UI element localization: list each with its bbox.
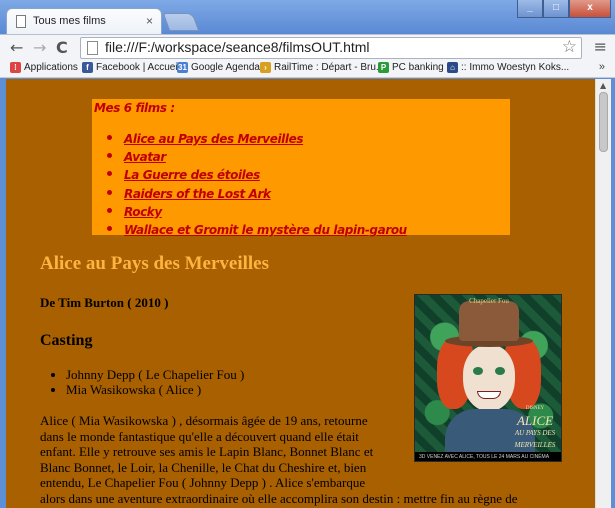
bookmark-label: Facebook | Accueil [96,62,180,73]
forward-arrow-icon[interactable]: → [33,38,46,58]
bookmark-label: RailTime : Départ - Bru... [274,62,385,73]
bookmarks-bar: ⁞ Applications f Facebook | Accueil 31 G… [0,60,615,78]
facebook-icon: f [82,62,93,73]
calendar-icon: 31 [177,62,188,73]
bookmark-label: Google Agenda [191,62,260,73]
film-list-box: Mes 6 films : Alice au Pays des Merveill… [92,99,510,238]
back-arrow-icon[interactable]: ← [10,38,23,58]
bookmark-pc-banking[interactable]: P PC banking [378,62,444,73]
list-item: Alice au Pays des Merveilles [124,129,407,147]
close-window-button[interactable]: x [569,0,611,18]
house-icon: ⌂ [447,62,458,73]
bookmark-label: Applications [24,62,78,73]
cast-list: Johnny Depp ( Le Chapelier Fou ) Mia Was… [40,367,244,397]
scroll-thumb[interactable] [599,92,608,152]
title-bar: Tous mes films × _ □ x [0,0,615,34]
bookmark-google-agenda[interactable]: 31 Google Agenda [177,62,260,73]
reload-icon[interactable]: C [56,38,68,58]
bookmark-immo-woestyn[interactable]: ⌂ :: Immo Woestyn Koks... [447,62,569,73]
window-border [611,79,615,508]
bookmark-star-icon[interactable]: ☆ [562,37,577,57]
film-link[interactable]: La Guerre des étoiles [124,168,260,182]
tab-title: Tous mes films [33,15,106,27]
scroll-up-icon[interactable]: ▲ [600,81,606,90]
apps-grid-icon: ⁞ [10,62,21,73]
poster-logo: DISNEY ALICE AU PAYS DES MERVEILLES [509,403,561,451]
poster-eye-right [495,367,505,375]
page-viewport: Mes 6 films : Alice au Pays des Merveill… [6,79,595,508]
bookmarks-more-icon[interactable]: » [599,61,605,73]
list-item: Avatar [124,147,407,165]
synopsis-line: entendu, Le Chapelier Fou ( Johnny Depp … [40,475,366,491]
browser-toolbar: ← → C file:///F:/workspace/seance8/films… [0,34,615,60]
synopsis-line: alors dans une aventure extraordinaire o… [40,490,518,506]
list-item: Raiders of the Lost Ark [124,184,407,202]
poster-logo-sub: AU PAYS DES MERVEILLES [514,429,556,449]
casting-heading: Casting [40,332,93,349]
film-link[interactable]: Avatar [124,150,166,164]
film-link[interactable]: Rocky [124,205,162,219]
film-list-heading: Mes 6 films : [94,101,175,115]
new-tab-button[interactable] [162,13,200,31]
bookmark-label: PC banking [392,62,444,73]
browser-tab[interactable]: Tous mes films × [6,8,162,34]
poster-eye-left [473,367,483,375]
menu-icon[interactable]: ≡ [594,37,607,56]
film-link[interactable]: Raiders of the Lost Ark [124,187,271,201]
poster-bottom-text: 3D VENEZ AVEC ALICE, TOUS LE 24 MARS AU … [415,452,561,461]
director-line: De Tim Burton ( 2010 ) [40,295,169,310]
page-icon [16,15,26,28]
film-list: Alice au Pays des Merveilles Avatar La G… [92,129,407,238]
list-item: Mia Wasikowska ( Alice ) [66,382,244,397]
film-poster: Chapelier Fou DISNEY ALICE AU PAYS DES M… [414,294,562,462]
poster-hat [459,301,519,341]
poster-face [463,345,515,411]
list-item: Wallace et Gromit le mystère du lapin-ga… [124,220,407,238]
list-item: La Guerre des étoiles [124,165,407,183]
film-title: Alice au Pays des Merveilles [40,253,270,274]
vertical-scrollbar[interactable]: ▲ [595,79,611,508]
bookmark-label: :: Immo Woestyn Koks... [461,62,570,73]
bookmark-facebook[interactable]: f Facebook | Accueil [82,62,180,73]
url-text[interactable]: file:///F:/workspace/seance8/filmsOUT.ht… [105,39,370,55]
bank-icon: P [378,62,389,73]
poster-logo-main: ALICE [516,413,554,428]
list-item: Johnny Depp ( Le Chapelier Fou ) [66,367,244,382]
address-bar[interactable]: file:///F:/workspace/seance8/filmsOUT.ht… [80,37,582,59]
bookmark-railtime[interactable]: › RailTime : Départ - Bru... [260,62,384,73]
film-link[interactable]: Wallace et Gromit le mystère du lapin-ga… [124,223,407,237]
page-icon [87,41,98,55]
maximize-button[interactable]: □ [543,0,569,18]
film-link[interactable]: Alice au Pays des Merveilles [124,132,303,146]
window-controls: _ □ x [517,0,611,20]
list-item: Rocky [124,202,407,220]
railtime-icon: › [260,62,271,73]
tab-close-icon[interactable]: × [146,14,153,28]
synopsis-line: Blanc Bonnet, le Loir, la Chenille, le C… [40,459,367,475]
minimize-button[interactable]: _ [517,0,543,18]
poster-top-text: Chapelier Fou [469,297,509,305]
bookmark-applications[interactable]: ⁞ Applications [10,62,78,73]
